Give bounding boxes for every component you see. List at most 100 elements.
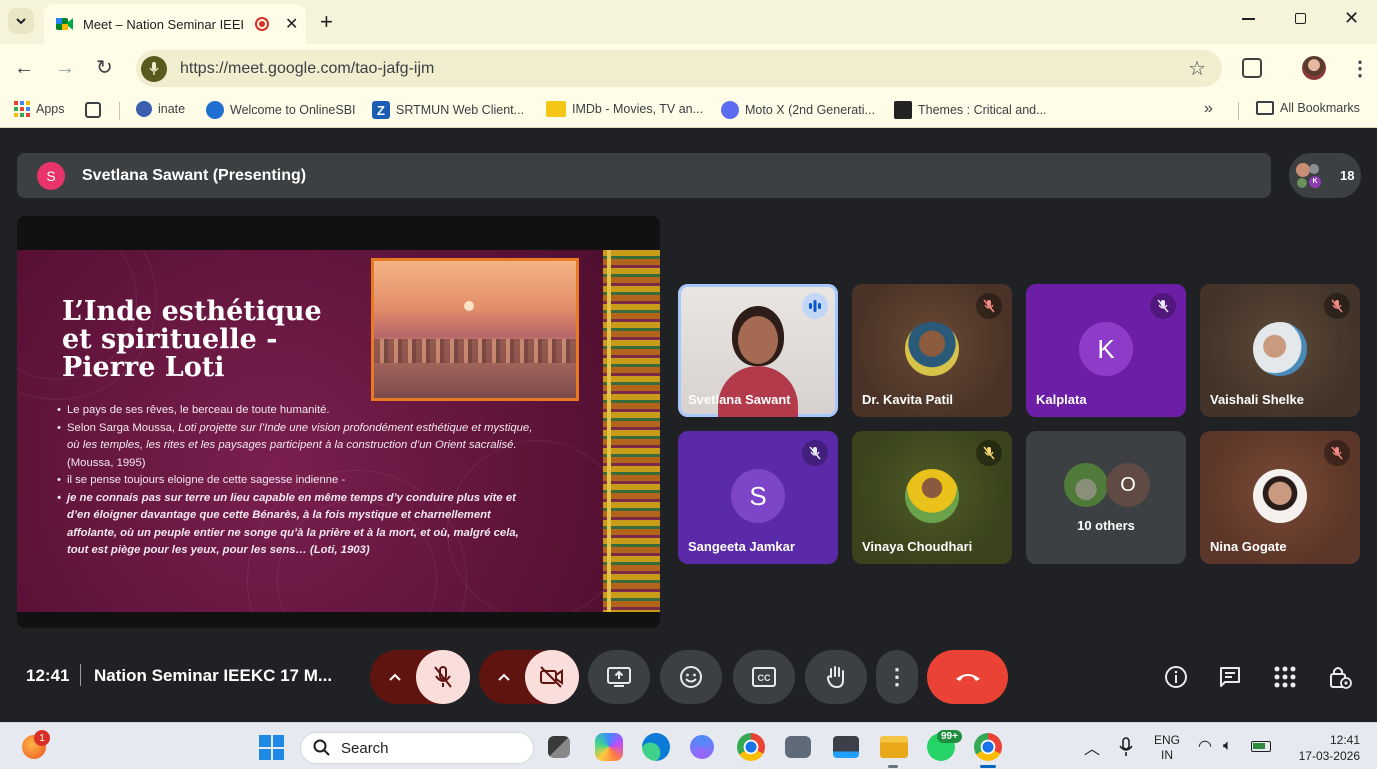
taskbar-search[interactable]: Search: [300, 732, 534, 764]
chat-icon[interactable]: [1217, 664, 1243, 690]
bookmark-star-icon[interactable]: ☆: [1188, 56, 1206, 81]
battery-icon[interactable]: [1251, 741, 1271, 752]
copilot-icon[interactable]: [595, 733, 623, 761]
system-clock[interactable]: 12:41 17-03-2026: [1284, 732, 1360, 764]
bookmark-apps[interactable]: Apps: [14, 101, 65, 117]
tab-groups-icon[interactable]: [85, 102, 101, 118]
edge-icon[interactable]: [642, 733, 670, 761]
presentation-screen[interactable]: L’Inde esthétique et spirituelle - Pierr…: [17, 216, 660, 628]
mic-off-icon: [434, 666, 452, 688]
bookmark-inate[interactable]: inate: [136, 101, 185, 117]
participant-tile-vaishali[interactable]: Vaishali Shelke: [1200, 284, 1360, 417]
present-screen-button[interactable]: [588, 650, 650, 704]
others-avatar: O: [1106, 463, 1150, 507]
moto-icon: [721, 101, 739, 119]
wifi-icon[interactable]: ◠: [1198, 736, 1212, 756]
more-options-button[interactable]: ⋮: [876, 650, 918, 704]
new-tab-icon[interactable]: +: [320, 9, 333, 35]
participant-tile-svetlana[interactable]: Svetlana Sawant: [678, 284, 838, 417]
chevron-down-icon: [16, 18, 26, 25]
presentation-bar: S Svetlana Sawant (Presenting): [17, 153, 1271, 198]
clock-separator: [80, 664, 81, 686]
participant-tile-kalplata[interactable]: K Kalplata: [1026, 284, 1186, 417]
close-window-icon[interactable]: ✕: [1344, 8, 1359, 29]
mic-off-icon: [976, 440, 1002, 466]
start-windows-icon[interactable]: [259, 735, 284, 760]
address-bar[interactable]: https://meet.google.com/tao-jafg-ijm ☆: [136, 50, 1222, 87]
emoji-icon: [680, 666, 702, 688]
chrome-profile-icon[interactable]: [974, 733, 1002, 761]
tab-close-icon[interactable]: ✕: [285, 14, 298, 34]
camera-app-icon[interactable]: [785, 736, 811, 758]
mic-toggle-button[interactable]: [416, 650, 470, 704]
participant-tile-others[interactable]: O 10 others: [1026, 431, 1186, 564]
imdb-icon: [546, 101, 566, 117]
mic-off-icon: [1324, 293, 1350, 319]
bookmark-moto[interactable]: Moto X (2nd Generati...: [721, 101, 875, 119]
slide-bullet: il se pense toujours eloigne de cette sa…: [57, 472, 537, 490]
tab-search-button[interactable]: [8, 8, 34, 34]
reactions-button[interactable]: [660, 650, 722, 704]
minimize-icon[interactable]: [1242, 18, 1255, 20]
participant-count: 18: [1340, 168, 1355, 183]
notification-badge: 1: [34, 730, 50, 746]
bookmarks-bar: Apps inate Welcome to OnlineSBI Z SRTMUN…: [0, 93, 1377, 128]
url-text: https://meet.google.com/tao-jafg-ijm: [180, 59, 435, 77]
zimbra-icon: Z: [372, 101, 390, 119]
bookmark-srtmun[interactable]: Z SRTMUN Web Client...: [372, 101, 524, 119]
photos-icon[interactable]: [690, 735, 714, 759]
tab-strip: Meet – Nation Seminar IEEKC ✕ + ✕: [0, 0, 1377, 44]
site-mic-icon[interactable]: [141, 55, 167, 82]
mic-off-icon: [976, 293, 1002, 319]
host-controls-lock-icon[interactable]: [1327, 664, 1353, 690]
slide-decorative-border: [603, 250, 660, 612]
bookmark-sbi[interactable]: Welcome to OnlineSBI: [206, 101, 356, 119]
raise-hand-button[interactable]: [805, 650, 867, 704]
participants-button[interactable]: K 18: [1289, 153, 1361, 198]
tablet-app-icon[interactable]: [833, 736, 859, 758]
chrome-icon[interactable]: [737, 733, 765, 761]
reload-icon[interactable]: ↻: [96, 58, 113, 78]
extensions-icon[interactable]: [1242, 58, 1262, 78]
participant-name: Vaishali Shelke: [1210, 392, 1304, 407]
sfe-icon: [894, 101, 912, 119]
bookmark-themes[interactable]: Themes : Critical and...: [894, 101, 1047, 119]
language-indicator[interactable]: ENG IN: [1150, 733, 1184, 763]
captions-button[interactable]: CC: [733, 650, 795, 704]
participant-avatars-icon: K: [1296, 162, 1324, 190]
inate-icon: [136, 101, 152, 117]
all-bookmarks[interactable]: All Bookmarks: [1256, 101, 1360, 115]
participant-photo: [1253, 322, 1307, 376]
bookmark-imdb[interactable]: IMDb - Movies, TV an...: [546, 101, 703, 117]
bookmark-separator-2: [1238, 102, 1239, 120]
profile-avatar[interactable]: [1302, 56, 1326, 80]
task-view-icon[interactable]: [548, 736, 570, 758]
presenter-avatar: S: [37, 161, 65, 190]
slide-bullet: je ne connais pas sur terre un lieu capa…: [57, 490, 537, 560]
forward-icon[interactable]: →: [55, 58, 75, 78]
participant-photo: [1253, 469, 1307, 523]
show-hidden-icons[interactable]: ︿: [1084, 735, 1100, 759]
participant-tile-kavita[interactable]: Dr. Kavita Patil: [852, 284, 1012, 417]
more-bookmarks-icon[interactable]: »: [1204, 100, 1213, 118]
meeting-title: Nation Seminar IEEKC 17 M...: [94, 666, 333, 685]
activities-grid-icon[interactable]: [1272, 664, 1298, 690]
tab-meet[interactable]: Meet – Nation Seminar IEEKC ✕: [44, 4, 306, 44]
menu-kebab-icon[interactable]: ⋮: [1350, 56, 1370, 81]
back-icon[interactable]: ←: [14, 58, 34, 78]
participant-tile-vinaya[interactable]: Vinaya Choudhari: [852, 431, 1012, 564]
participant-tile-nina[interactable]: Nina Gogate: [1200, 431, 1360, 564]
slide-bullet: Selon Sarga Moussa, Loti projette sur l’…: [57, 420, 537, 473]
microphone-tray-icon[interactable]: [1119, 737, 1133, 757]
camera-toggle-button[interactable]: [525, 650, 579, 704]
leave-call-button[interactable]: [927, 650, 1008, 704]
apps-grid-icon: [14, 101, 30, 117]
end-call-icon: [955, 674, 980, 681]
chevron-up-icon: [498, 673, 510, 681]
bookmark-separator: [119, 102, 120, 120]
meeting-info-icon[interactable]: [1163, 664, 1189, 690]
restore-icon[interactable]: [1295, 13, 1306, 24]
file-explorer-icon[interactable]: [880, 736, 908, 758]
participant-tile-sangeeta[interactable]: S Sangeeta Jamkar: [678, 431, 838, 564]
volume-icon[interactable]: 🔈︎: [1223, 737, 1232, 754]
